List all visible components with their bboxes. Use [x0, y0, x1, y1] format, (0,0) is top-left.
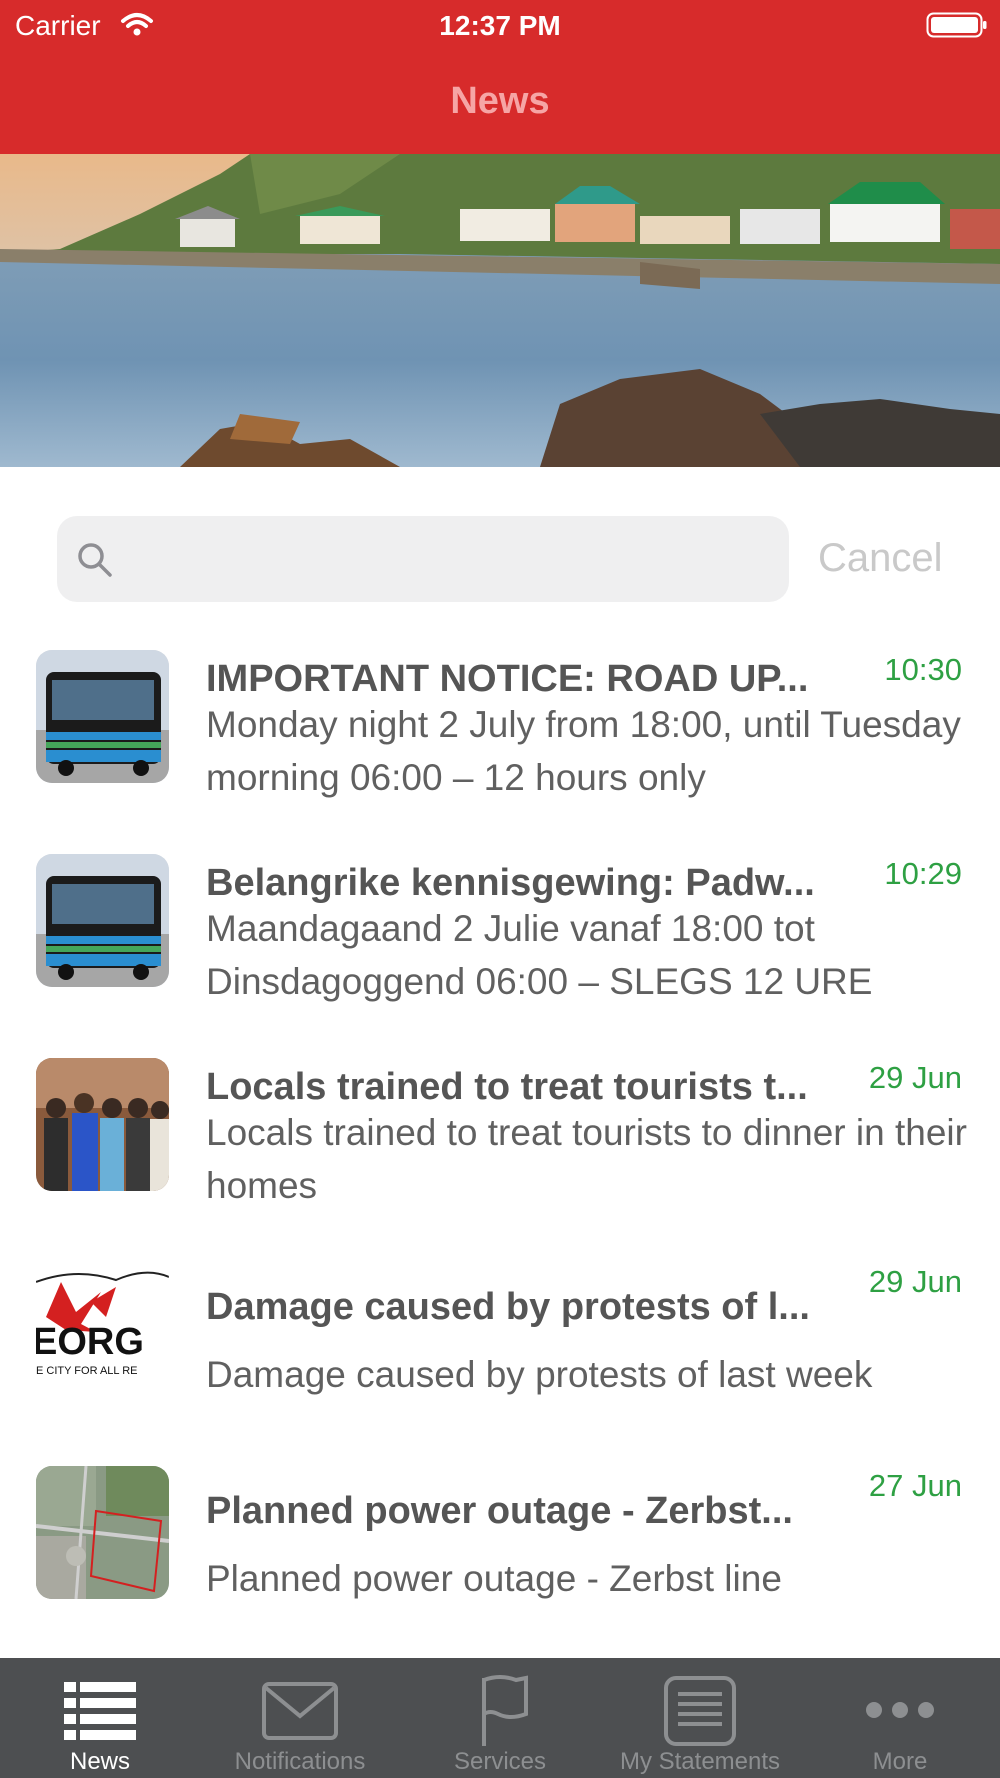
status-bar: Carrier 12:37 PM [0, 0, 1000, 50]
search-field[interactable] [57, 516, 789, 602]
tab-services[interactable]: Services [400, 1658, 600, 1778]
news-item-partial[interactable] [0, 1650, 1000, 1658]
news-summary: Locals trained to treat tourists to dinn… [206, 1112, 967, 1206]
news-summary: Planned power outage - Zerbst line [206, 1558, 782, 1599]
tab-label: Services [453, 1748, 547, 1775]
flag-icon [482, 1675, 528, 1746]
document-icon [664, 1676, 736, 1746]
hero-banner-image [0, 154, 1000, 467]
news-item[interactable]: EORG E CITY FOR ALL RE Damage caused by … [0, 1248, 1000, 1452]
news-date: 10:30 [884, 652, 962, 687]
tab-label: My Statements [619, 1748, 781, 1775]
news-list: IMPORTANT NOTICE: ROAD UP... 10:30 Monda… [0, 636, 1000, 1658]
news-date: 29 Jun [868, 1264, 962, 1299]
status-time: 12:37 PM [439, 10, 561, 41]
news-date: 10:29 [884, 856, 962, 891]
more-dots-icon [866, 1702, 934, 1718]
search-input[interactable] [127, 516, 777, 602]
news-item[interactable]: Planned power outage - Zerbst... 27 Jun … [0, 1452, 1000, 1656]
page-title: News [450, 80, 550, 122]
news-title: Belangrike kennisgewing: Padw... [206, 862, 815, 904]
search-icon [78, 543, 112, 577]
tab-bar: News Notifications Services My Statement… [0, 1658, 1000, 1778]
cancel-button[interactable]: Cancel [818, 536, 943, 581]
news-summary: Maandagaand 2 Julie vanaf 18:00 tot Dins… [206, 908, 873, 1002]
tab-my-statements[interactable]: My Statements [600, 1658, 800, 1778]
tab-notifications[interactable]: Notifications [200, 1658, 400, 1778]
news-thumbnail-bus [36, 854, 169, 987]
tab-more[interactable]: More [800, 1658, 1000, 1778]
logo-subtext: E CITY FOR ALL RE [36, 1365, 137, 1377]
news-summary: Monday night 2 July from 18:00, until Tu… [206, 704, 961, 798]
list-icon [64, 1682, 136, 1740]
logo-text: EORG [36, 1321, 144, 1363]
tab-label: More [872, 1748, 928, 1775]
news-thumbnail-aerial-map [36, 1466, 169, 1599]
news-date: 27 Jun [868, 1468, 962, 1503]
news-summary: Damage caused by protests of last week [206, 1354, 873, 1395]
news-title: Locals trained to treat tourists t... [206, 1066, 808, 1108]
navigation-bar: News [0, 50, 1000, 154]
news-thumbnail-bus [36, 650, 169, 783]
news-title: Planned power outage - Zerbst... [206, 1490, 793, 1532]
envelope-icon [262, 1682, 338, 1740]
tab-label: News [69, 1748, 130, 1775]
news-title: Damage caused by protests of l... [206, 1286, 810, 1328]
news-thumbnail-group-photo [36, 1058, 169, 1191]
news-item[interactable]: IMPORTANT NOTICE: ROAD UP... 10:30 Monda… [0, 636, 1000, 840]
news-item[interactable]: Belangrike kennisgewing: Padw... 10:29 M… [0, 840, 1000, 1044]
news-thumbnail-logo: EORG E CITY FOR ALL RE [36, 1262, 169, 1395]
tab-news[interactable]: News [0, 1658, 200, 1778]
news-date: 29 Jun [868, 1060, 962, 1095]
tab-label: Notifications [234, 1748, 366, 1775]
news-title: IMPORTANT NOTICE: ROAD UP... [206, 658, 809, 700]
battery-icon [926, 12, 987, 38]
news-item[interactable]: Locals trained to treat tourists t... 29… [0, 1044, 1000, 1248]
